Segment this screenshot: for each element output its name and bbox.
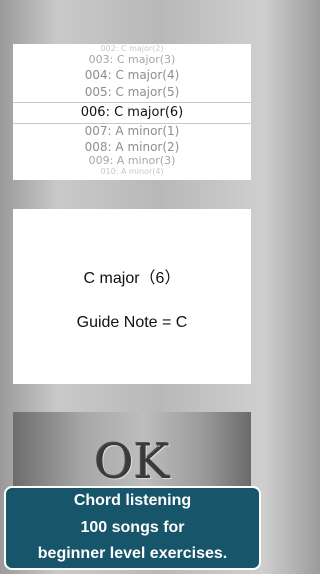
promo-line-2: 100 songs for — [80, 519, 185, 536]
picker-item[interactable]: 003: C major(3) — [13, 53, 251, 66]
picker-item-selected[interactable]: 006: C major(6) — [13, 105, 251, 120]
chord-name: C major（6） — [83, 270, 181, 287]
picker-item[interactable]: 008: A minor(2) — [13, 140, 251, 154]
picker-item[interactable]: 007: A minor(1) — [13, 124, 251, 138]
promo-line-1: Chord listening — [73, 492, 192, 509]
picker-item[interactable]: 002: C major(2) — [13, 44, 251, 53]
picker-item[interactable]: 010: A minor(4) — [13, 167, 251, 176]
ok-button-label: OK — [94, 434, 170, 490]
guide-note: Guide Note = C — [76, 314, 188, 331]
picker-item[interactable]: 005: C major(5) — [13, 85, 251, 99]
promo-banner: Chord listening 100 songs for beginner l… — [4, 486, 261, 570]
picker-item[interactable]: 004: C major(4) — [13, 68, 251, 82]
promo-line-3: beginner level exercises. — [37, 545, 228, 562]
song-picker[interactable]: 002: C major(2) 003: C major(3) 004: C m… — [13, 44, 251, 180]
chord-info-card: C major（6） Guide Note = C — [13, 209, 251, 384]
picker-item[interactable]: 009: A minor(3) — [13, 154, 251, 167]
